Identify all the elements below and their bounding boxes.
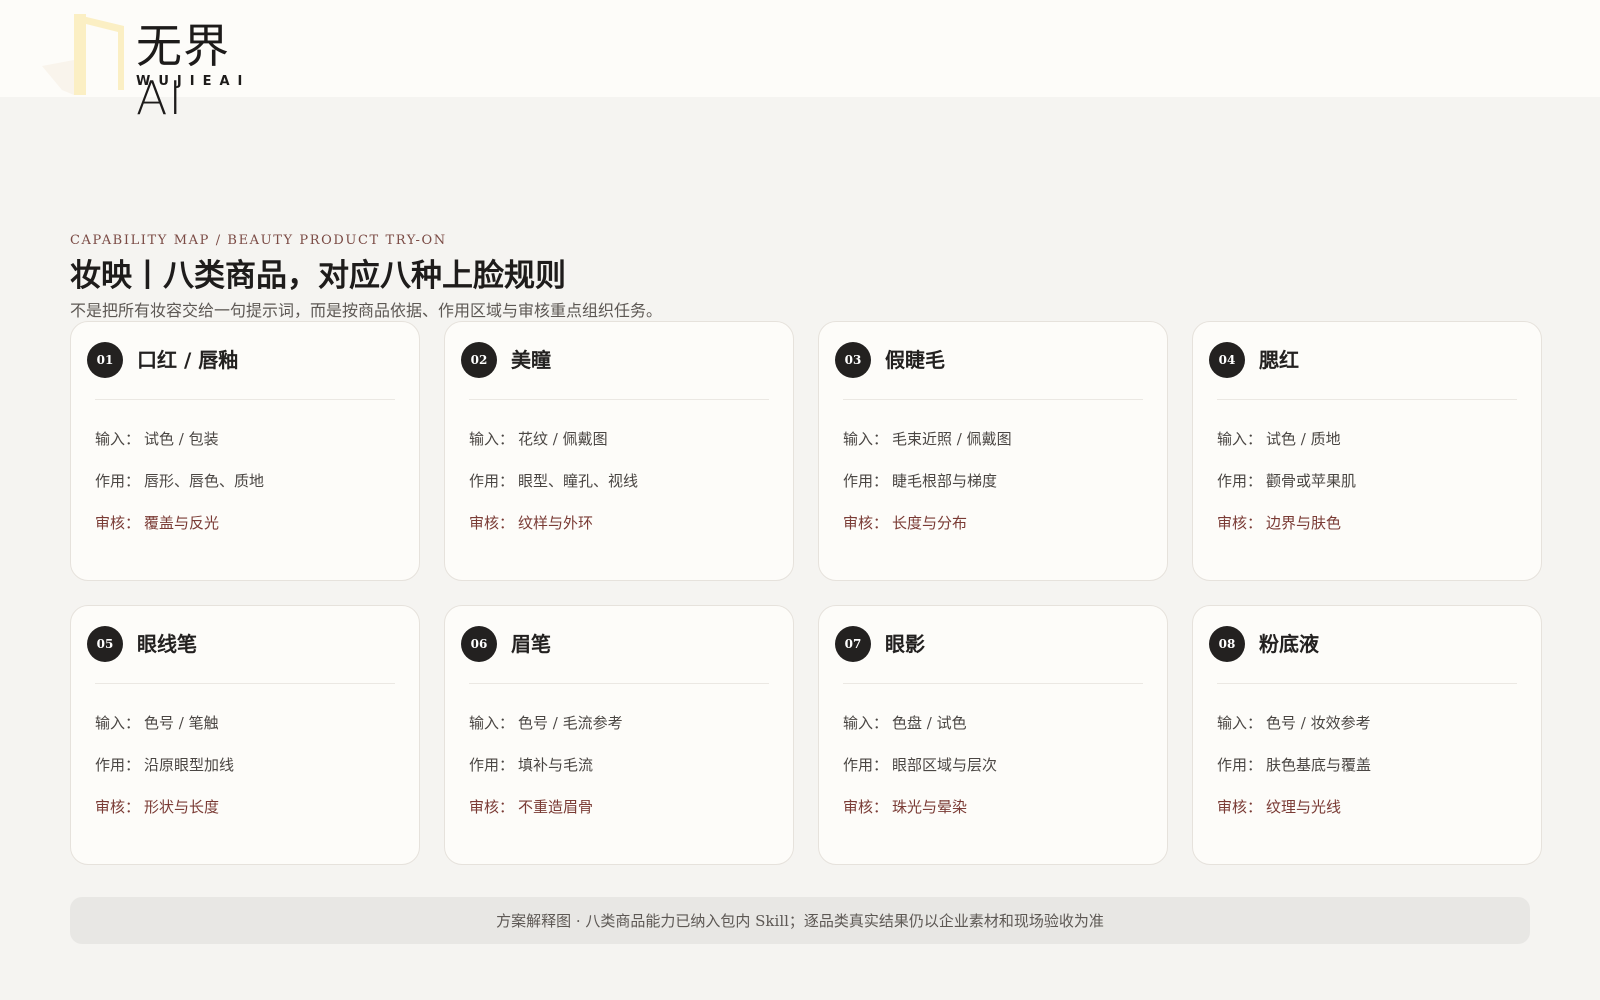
card-review-row: 审核： 不重造眉骨	[469, 798, 594, 816]
capability-card-lipstick: 01 口红 / 唇釉 输入： 试色 / 包装 作用： 唇形、唇色、质地 审核： 覆盖与…	[70, 321, 420, 581]
capability-grid: 01 口红 / 唇釉 输入： 试色 / 包装 作用： 唇形、唇色、质地 审核： 覆盖与…	[70, 321, 1542, 865]
card-divider	[95, 683, 395, 684]
card-effect-row: 作用： 肤色基底与覆盖	[1217, 756, 1372, 774]
card-title: 假睫毛	[885, 348, 945, 372]
card-review-row: 审核： 形状与长度	[95, 798, 220, 816]
card-number-badge: 05	[87, 626, 123, 662]
card-number-badge: 04	[1209, 342, 1245, 378]
card-review-row: 审核： 长度与分布	[843, 514, 968, 532]
card-divider	[469, 683, 769, 684]
card-divider	[1217, 683, 1517, 684]
capability-card-false-lashes: 03 假睫毛 输入： 毛束近照 / 佩戴图 作用： 睫毛根部与梯度 审核： 长度与分布	[818, 321, 1168, 581]
wujie-logo[interactable]: 无界AI WUJIEAI	[40, 10, 270, 124]
card-review-row: 审核： 珠光与晕染	[843, 798, 968, 816]
card-input-row: 输入： 毛束近照 / 佩戴图	[843, 430, 1012, 448]
card-number-badge: 06	[461, 626, 497, 662]
card-input-row: 输入： 色号 / 笔触	[95, 714, 219, 732]
card-number-badge: 03	[835, 342, 871, 378]
logo-wordmark: 无界AI	[136, 19, 230, 125]
card-input-row: 输入： 试色 / 质地	[1217, 430, 1341, 448]
capability-card-contact-lens: 02 美瞳 输入： 花纹 / 佩戴图 作用： 眼型、瞳孔、视线 审核： 纹样与外环	[444, 321, 794, 581]
card-divider	[469, 399, 769, 400]
card-input-row: 输入： 花纹 / 佩戴图	[469, 430, 608, 448]
capability-card-blush: 04 腮红 输入： 试色 / 质地 作用： 颧骨或苹果肌 审核： 边界与肤色	[1192, 321, 1542, 581]
card-title: 口红 / 唇釉	[137, 348, 239, 372]
card-review-row: 审核： 覆盖与反光	[95, 514, 220, 532]
card-divider	[843, 683, 1143, 684]
logo-subtext: WUJIEAI	[136, 74, 251, 89]
card-effect-row: 作用： 睫毛根部与梯度	[843, 472, 998, 490]
card-review-row: 审核： 纹样与外环	[469, 514, 594, 532]
card-input-row: 输入： 试色 / 包装	[95, 430, 219, 448]
card-effect-row: 作用： 眼型、瞳孔、视线	[469, 472, 639, 490]
top-bar: 无界AI WUJIEAI	[0, 0, 1600, 124]
card-effect-row: 作用： 填补与毛流	[469, 756, 594, 774]
card-number-badge: 01	[87, 342, 123, 378]
capability-card-foundation: 08 粉底液 输入： 色号 / 妆效参考 作用： 肤色基底与覆盖 审核： 纹理与光线	[1192, 605, 1542, 865]
card-input-row: 输入： 色号 / 毛流参考	[469, 714, 623, 732]
logo-mark-icon	[42, 14, 124, 95]
card-divider	[1217, 399, 1517, 400]
card-title: 腮红	[1259, 348, 1299, 372]
card-divider	[95, 399, 395, 400]
card-number-badge: 08	[1209, 626, 1245, 662]
card-number-badge: 07	[835, 626, 871, 662]
card-effect-row: 作用： 唇形、唇色、质地	[95, 472, 265, 490]
card-title: 眉笔	[511, 632, 551, 656]
card-title: 眼影	[885, 632, 925, 656]
card-effect-row: 作用： 眼部区域与层次	[843, 756, 998, 774]
card-title: 美瞳	[511, 348, 551, 372]
page-subtitle: 不是把所有妆容交给一句提示词，而是按商品依据、作用区域与审核重点组织任务。	[70, 301, 663, 320]
card-divider	[843, 399, 1143, 400]
capability-card-eyeliner: 05 眼线笔 输入： 色号 / 笔触 作用： 沿原眼型加线 审核： 形状与长度	[70, 605, 420, 865]
card-number-badge: 02	[461, 342, 497, 378]
card-input-row: 输入： 色盘 / 试色	[843, 714, 967, 732]
section-eyebrow: CAPABILITY MAP / BEAUTY PRODUCT TRY-ON	[70, 233, 447, 248]
card-review-row: 审核： 边界与肤色	[1217, 514, 1342, 532]
capability-card-eyeshadow: 07 眼影 输入： 色盘 / 试色 作用： 眼部区域与层次 审核： 珠光与晕染	[818, 605, 1168, 865]
card-title: 粉底液	[1259, 632, 1319, 656]
footer-note: 方案解释图 · 八类商品能力已纳入包内 Skill；逐品类真实结果仍以企业素材和…	[70, 897, 1530, 944]
card-review-row: 审核： 纹理与光线	[1217, 798, 1342, 816]
card-effect-row: 作用： 沿原眼型加线	[95, 756, 235, 774]
card-input-row: 输入： 色号 / 妆效参考	[1217, 714, 1371, 732]
card-title: 眼线笔	[137, 632, 197, 656]
card-effect-row: 作用： 颧骨或苹果肌	[1217, 472, 1357, 490]
capability-card-eyebrow-pencil: 06 眉笔 输入： 色号 / 毛流参考 作用： 填补与毛流 审核： 不重造眉骨	[444, 605, 794, 865]
page-title: 妆映丨八类商品，对应八种上脸规则	[70, 258, 566, 294]
